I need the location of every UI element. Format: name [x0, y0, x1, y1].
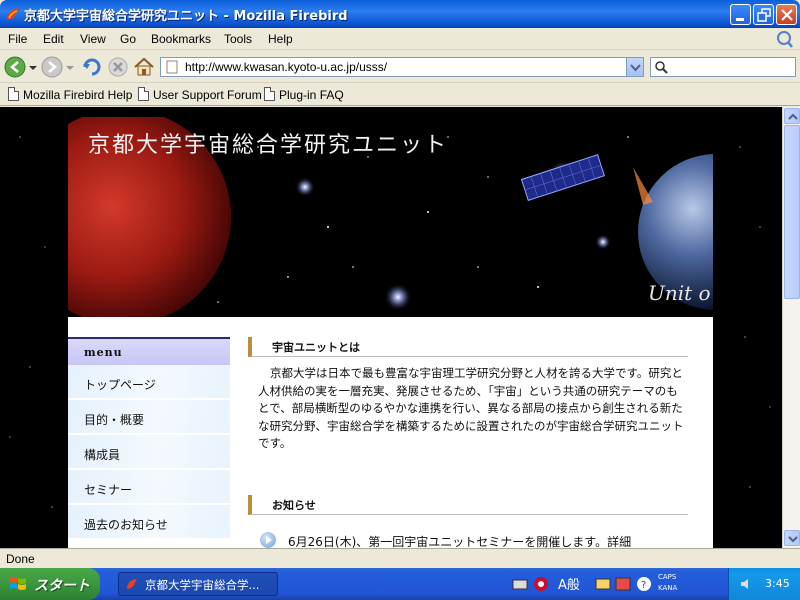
- firebird-app-icon: [7, 8, 19, 20]
- stop-icon[interactable]: [106, 55, 130, 79]
- menu-bookmarks[interactable]: Bookmarks: [151, 32, 211, 46]
- taskbar: スタート 京都大学宇宙総合学... A般 ? CAPS KANA 3:45: [0, 568, 800, 600]
- close-icon: [781, 9, 793, 21]
- ime-mode-indicator[interactable]: A般: [558, 574, 580, 593]
- home-icon[interactable]: [132, 55, 156, 79]
- scroll-down-button[interactable]: [784, 530, 800, 546]
- taskbar-window-label: 京都大学宇宙総合学...: [145, 578, 260, 592]
- status-bar: Done: [0, 548, 800, 568]
- bookmarks-toolbar: Mozilla Firebird Help User Support Forum…: [0, 84, 800, 106]
- page-icon: [264, 87, 275, 101]
- firebird-app-icon: [126, 578, 138, 589]
- sidebar-item-top-page[interactable]: トップページ: [68, 365, 230, 400]
- kana-indicator: KANA: [658, 584, 678, 592]
- minimize-button[interactable]: [730, 4, 751, 25]
- page-icon: [138, 87, 149, 101]
- news-item[interactable]: 6月26日(木)、第一回宇宙ユニットセミナーを開催します。詳細: [248, 531, 688, 548]
- page-icon: [8, 87, 19, 101]
- url-dropdown-button[interactable]: [626, 58, 643, 76]
- scroll-down-icon: [788, 536, 798, 543]
- reload-icon[interactable]: [80, 55, 104, 79]
- taskbar-window-button[interactable]: 京都大学宇宙総合学...: [118, 572, 278, 596]
- back-icon[interactable]: [3, 55, 27, 79]
- search-box[interactable]: [650, 57, 796, 77]
- menu-edit[interactable]: Edit: [43, 32, 64, 46]
- restore-icon: [757, 8, 771, 22]
- window-titlebar[interactable]: 京都大学宇宙総合学研究ユニット - Mozilla Firebird: [0, 0, 800, 28]
- speaker-icon[interactable]: [739, 576, 755, 592]
- search-icon: [655, 61, 668, 74]
- forward-dropdown-icon[interactable]: [64, 55, 76, 79]
- close-button[interactable]: [776, 4, 797, 25]
- navigation-toolbar: [0, 51, 800, 83]
- caps-indicator: CAPS: [658, 573, 677, 581]
- system-tray: A般 ? CAPS KANA: [510, 568, 730, 600]
- bookmark-firebird-help[interactable]: Mozilla Firebird Help: [8, 87, 132, 102]
- forward-icon[interactable]: [40, 55, 64, 79]
- news-item-text: 6月26日(木)、第一回宇宙ユニットセミナーを開催します。詳細: [288, 534, 632, 548]
- menu-bar: File Edit View Go Bookmarks Tools Help: [0, 28, 800, 50]
- sidebar-item-purpose[interactable]: 目的・概要: [68, 400, 230, 435]
- maximize-button[interactable]: [753, 4, 774, 25]
- menu-tools[interactable]: Tools: [224, 32, 252, 46]
- banner-title: 京都大学宇宙総合学研究ユニット: [88, 133, 449, 158]
- chevron-down-icon: [630, 64, 641, 72]
- menu-go[interactable]: Go: [120, 32, 136, 46]
- svg-text:?: ?: [641, 580, 646, 591]
- menu-view[interactable]: View: [80, 32, 106, 46]
- bookmark-user-support-forum[interactable]: User Support Forum: [138, 87, 262, 102]
- vertical-scrollbar[interactable]: [782, 107, 800, 548]
- bookmark-label: User Support Forum: [153, 88, 262, 102]
- keyboard-icon[interactable]: [512, 576, 528, 592]
- ime-pad-icon[interactable]: [614, 575, 632, 593]
- menu-heading: menu: [68, 337, 230, 365]
- play-bullet-icon: [260, 531, 276, 548]
- clock[interactable]: 3:45: [765, 577, 790, 590]
- sidebar-menu: menu トップページ 目的・概要 構成員 セミナー 過去のお知らせ: [68, 337, 230, 540]
- sidebar-item-members[interactable]: 構成員: [68, 435, 230, 470]
- notification-area: 3:45: [728, 568, 800, 600]
- ime-language-icon[interactable]: [532, 575, 550, 593]
- back-dropdown-icon[interactable]: [27, 55, 39, 79]
- banner-subtitle: Unit o: [648, 281, 711, 305]
- help-icon[interactable]: ?: [636, 576, 652, 592]
- url-input[interactable]: [161, 58, 621, 76]
- search-input[interactable]: [671, 59, 791, 75]
- main-content: 宇宙ユニットとは 京都大学は日本で最も豊富な宇宙理工学研究分野と人材を誇る大学で…: [248, 337, 688, 548]
- window-title: 京都大学宇宙総合学研究ユニット - Mozilla Firebird: [24, 9, 348, 24]
- about-text: 京都大学は日本で最も豊富な宇宙理工学研究分野と人材を誇る大学です。研究と人材供給…: [258, 366, 684, 451]
- bookmark-label: Mozilla Firebird Help: [23, 88, 133, 102]
- sidebar-item-past-news[interactable]: 過去のお知らせ: [68, 505, 230, 540]
- status-text: Done: [6, 552, 35, 566]
- menu-help[interactable]: Help: [268, 32, 293, 46]
- caps-kana-indicator: CAPS KANA: [658, 572, 677, 594]
- url-bar[interactable]: [160, 57, 644, 77]
- minimize-icon: [736, 18, 744, 21]
- throbber-icon: [777, 31, 793, 48]
- bookmark-label: Plug-in FAQ: [279, 88, 344, 102]
- ime-tool-icon[interactable]: [594, 575, 612, 593]
- start-label: スタート: [34, 578, 90, 594]
- page-proxy-icon: [166, 60, 178, 74]
- about-heading: 宇宙ユニットとは: [248, 337, 688, 357]
- page-container: 京都大学宇宙総合学研究ユニット Unit o menu トップページ 目的・概要…: [68, 117, 713, 548]
- windows-logo-icon: [10, 577, 26, 590]
- scroll-thumb[interactable]: [784, 125, 800, 299]
- banner: 京都大学宇宙総合学研究ユニット Unit o: [68, 117, 713, 317]
- news-heading: お知らせ: [248, 494, 688, 515]
- scroll-up-button[interactable]: [784, 108, 800, 124]
- start-button[interactable]: スタート: [0, 568, 100, 600]
- sidebar-item-seminar[interactable]: セミナー: [68, 470, 230, 505]
- page-viewport: 京都大学宇宙総合学研究ユニット Unit o menu トップページ 目的・概要…: [0, 107, 782, 548]
- bookmark-plugin-faq[interactable]: Plug-in FAQ: [264, 87, 344, 102]
- scroll-up-icon: [788, 113, 798, 120]
- menu-file[interactable]: File: [8, 32, 27, 46]
